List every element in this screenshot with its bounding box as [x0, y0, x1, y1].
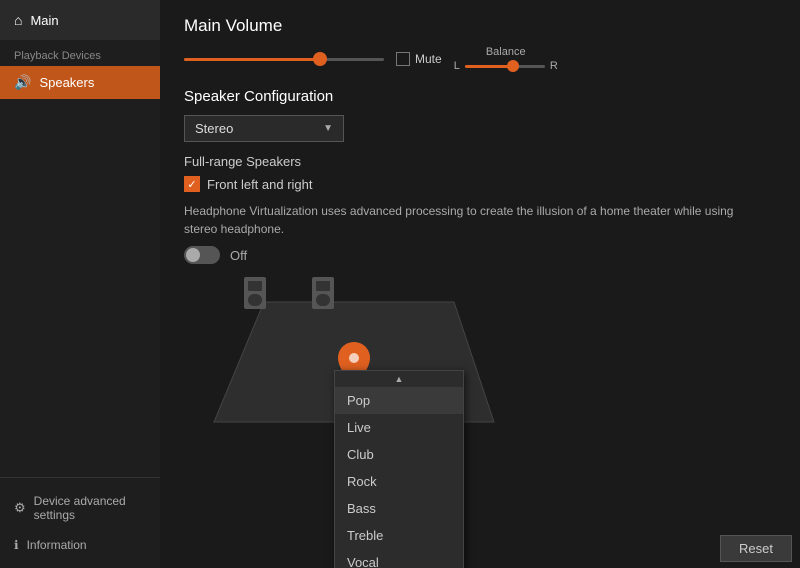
volume-thumb[interactable] — [313, 52, 327, 66]
front-left-right-label: Front left and right — [207, 177, 313, 192]
balance-label: Balance — [486, 46, 526, 58]
dropdown-item-pop[interactable]: Pop — [335, 387, 463, 414]
dropdown-item-vocal[interactable]: Vocal — [335, 549, 463, 568]
dropdown-item-rock[interactable]: Rock — [335, 468, 463, 495]
speaker-icon: 🔊 — [14, 74, 31, 91]
mute-label: Mute — [415, 52, 442, 66]
reset-button[interactable]: Reset — [720, 535, 792, 562]
device-advanced-label: Device advanced settings — [34, 494, 146, 522]
speaker-config-title: Speaker Configuration — [184, 88, 776, 105]
dropdown-item-live[interactable]: Live — [335, 414, 463, 441]
speaker-config-value: Stereo — [195, 121, 233, 136]
info-icon: ℹ — [14, 538, 19, 552]
sidebar: ⌂ Main Playback Devices 🔊 Speakers ⚙ Dev… — [0, 0, 160, 568]
main-panel: Main Volume Mute Balance L R — [160, 0, 800, 568]
balance-fill — [465, 65, 513, 68]
balance-area: Balance L R — [454, 46, 558, 72]
sidebar-main-label: Main — [30, 13, 58, 28]
balance-thumb[interactable] — [507, 60, 519, 72]
main-content: Main Volume Mute Balance L R — [160, 0, 800, 442]
balance-row: L R — [454, 60, 558, 72]
toggle-row: Off — [184, 246, 776, 264]
speaker-config-dropdown[interactable]: Stereo ▼ — [184, 115, 344, 142]
toggle-knob — [186, 248, 200, 262]
mute-checkbox[interactable]: Mute — [396, 52, 442, 66]
device-advanced-settings-item[interactable]: ⚙ Device advanced settings — [0, 486, 160, 530]
sidebar-item-speakers[interactable]: 🔊 Speakers — [0, 66, 160, 99]
sidebar-main-item[interactable]: ⌂ Main — [0, 0, 160, 40]
full-range-title: Full-range Speakers — [184, 154, 776, 169]
sidebar-bottom: ⚙ Device advanced settings ℹ Information — [0, 477, 160, 568]
dropdown-item-treble[interactable]: Treble — [335, 522, 463, 549]
reset-btn-area: Reset — [720, 535, 792, 562]
dropdown-item-club[interactable]: Club — [335, 441, 463, 468]
information-label: Information — [27, 538, 87, 552]
volume-fill — [184, 58, 320, 61]
chevron-down-icon: ▼ — [323, 123, 333, 134]
headphone-virt-toggle[interactable] — [184, 246, 220, 264]
gear-icon: ⚙ — [14, 500, 26, 516]
toggle-state-label: Off — [230, 248, 247, 263]
volume-row: Mute Balance L R — [184, 46, 776, 72]
dropdown-item-bass[interactable]: Bass — [335, 495, 463, 522]
virt-description: Headphone Virtualization uses advanced p… — [184, 202, 744, 238]
equalizer-dropdown: ▲ Pop Live Club Rock Bass Treble Vocal P… — [334, 370, 464, 568]
information-item[interactable]: ℹ Information — [0, 530, 160, 560]
front-checkbox[interactable]: ✓ — [184, 176, 200, 192]
main-volume-title: Main Volume — [184, 16, 776, 36]
check-icon: ✓ — [187, 178, 196, 191]
mute-box[interactable] — [396, 52, 410, 66]
home-icon: ⌂ — [14, 12, 22, 28]
balance-right-label: R — [550, 60, 558, 72]
balance-left-label: L — [454, 60, 460, 72]
sidebar-section-label: Playback Devices — [0, 40, 160, 66]
front-checkbox-row: ✓ Front left and right — [184, 176, 776, 192]
balance-slider[interactable] — [465, 65, 545, 68]
scroll-up-arrow[interactable]: ▲ — [335, 371, 463, 387]
sidebar-item-label: Speakers — [39, 75, 94, 90]
volume-slider[interactable] — [184, 58, 384, 61]
